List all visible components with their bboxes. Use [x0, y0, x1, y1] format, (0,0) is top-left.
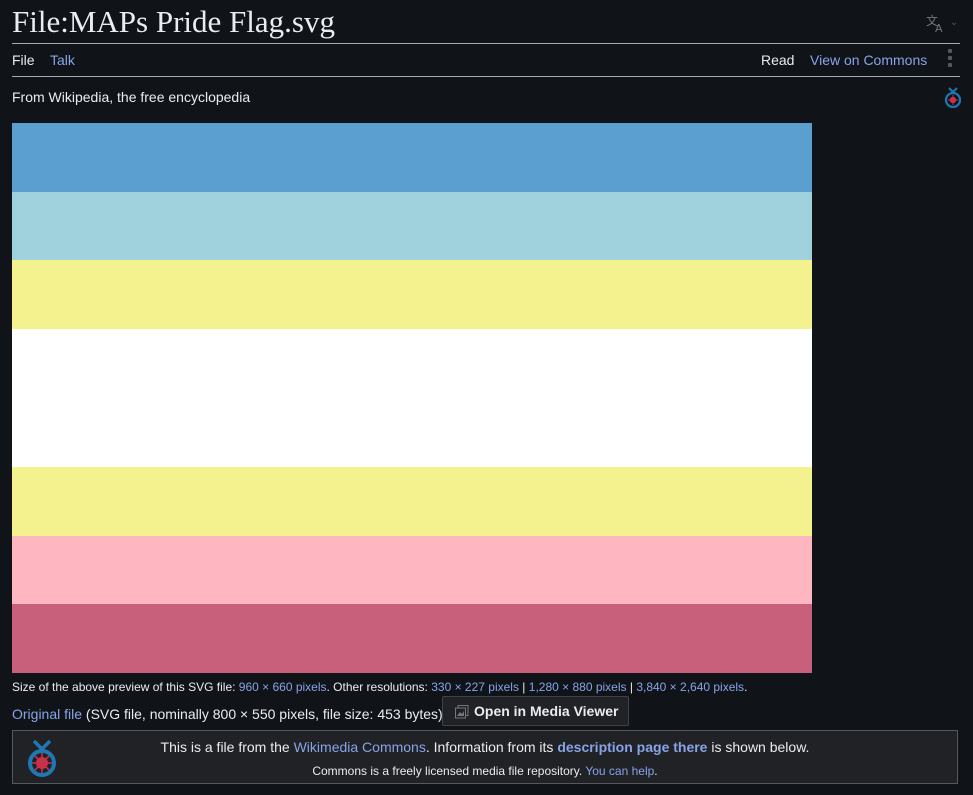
media-viewer-label: Open in Media Viewer — [474, 703, 619, 719]
resolution-separator: | — [626, 680, 637, 694]
chevron-down-icon: ⌄ — [950, 17, 959, 28]
resolution-link-medium[interactable]: 1,280 × 880 pixels — [529, 680, 627, 694]
page-title: File:MAPs Pride Flag.svg — [12, 4, 335, 39]
site-tagline: From Wikipedia, the free encyclopedia — [12, 89, 251, 105]
flag-image[interactable] — [12, 123, 812, 673]
commons-notice-line1: This is a file from the Wikimedia Common… — [13, 739, 957, 755]
flag-stripe-white — [12, 329, 812, 467]
commons-notice: This is a file from the Wikimedia Common… — [12, 730, 958, 784]
size-suffix: . — [744, 680, 748, 694]
language-button[interactable]: 文 A ⌄ — [922, 12, 958, 36]
flag-stripe-dark-pink — [12, 604, 812, 673]
you-can-help-link[interactable]: You can help — [585, 764, 654, 778]
open-media-viewer-button[interactable]: Open in Media Viewer — [442, 696, 629, 726]
tab-view-on-commons[interactable]: View on Commons — [810, 52, 927, 68]
wikimedia-commons-link[interactable]: Wikimedia Commons — [294, 739, 426, 755]
original-file-info: Original file (SVG file, nominally 800 ×… — [12, 706, 443, 722]
flag-stripe-blue — [12, 123, 812, 192]
resolution-separator: | — [518, 680, 529, 694]
description-page-link[interactable]: description page there — [557, 739, 707, 755]
commons-logo-icon[interactable] — [943, 86, 963, 109]
tab-talk[interactable]: Talk — [50, 52, 75, 68]
tab-file[interactable]: File — [12, 52, 35, 68]
notice-text: This is a file from the — [160, 739, 294, 755]
translate-icon: 文 A — [926, 12, 948, 39]
original-file-details: (SVG file, nominally 800 × 550 pixels, f… — [82, 706, 443, 722]
flag-stripe-yellow — [12, 260, 812, 329]
notice-text: . Information from its — [425, 739, 558, 755]
svg-text:A: A — [935, 22, 943, 34]
media-viewer-icon — [455, 705, 469, 719]
flag-stripe-yellow — [12, 467, 812, 536]
preview-size-link[interactable]: 960 × 660 pixels — [239, 680, 327, 694]
page-tabs: File Talk Read View on Commons — [12, 44, 960, 76]
size-other-label: . Other resolutions: — [326, 680, 432, 694]
original-file-link[interactable]: Original file — [12, 706, 82, 722]
resolution-link-large[interactable]: 3,840 × 2,640 pixels — [636, 680, 744, 694]
preview-size-info: Size of the above preview of this SVG fi… — [12, 680, 747, 694]
tab-read[interactable]: Read — [761, 52, 794, 68]
size-prefix: Size of the above preview of this SVG fi… — [12, 680, 239, 694]
resolution-link-small[interactable]: 330 × 227 pixels — [431, 680, 519, 694]
commons-notice-line2: Commons is a freely licensed media file … — [13, 764, 957, 778]
more-options-icon[interactable] — [948, 49, 954, 71]
notice-text: Commons is a freely licensed media file … — [312, 764, 586, 778]
notice-text: . — [654, 764, 658, 778]
flag-stripe-light-blue — [12, 192, 812, 260]
flag-stripe-pink — [12, 536, 812, 604]
notice-text: is shown below. — [707, 739, 810, 755]
tabs-divider — [12, 76, 960, 77]
